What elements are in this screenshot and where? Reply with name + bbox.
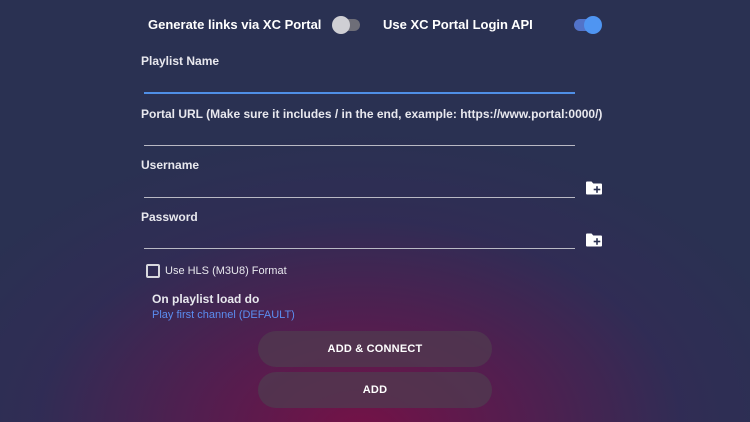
playlist-name-input[interactable] [144,70,574,90]
folder-plus-icon-graphic [586,181,602,195]
add-connect-button[interactable]: ADD & CONNECT [258,331,492,367]
playlist-name-underline [144,92,575,94]
login-api-switch[interactable] [574,16,602,34]
username-input[interactable] [144,175,574,195]
portal-url-label: Portal URL (Make sure it includes / in t… [141,107,603,121]
hls-checkbox[interactable] [146,264,160,278]
login-api-label: Use XC Portal Login API [383,17,533,32]
generate-links-switch[interactable] [332,16,360,34]
folder-plus-icon[interactable] [585,181,603,195]
password-underline [144,248,575,249]
folder-plus-icon[interactable] [585,233,603,247]
password-label: Password [141,210,198,224]
password-input[interactable] [144,227,574,247]
switch-thumb [584,16,602,34]
username-underline [144,197,575,198]
folder-plus-icon-graphic [586,233,602,247]
generate-links-label: Generate links via XC Portal [148,17,322,32]
portal-url-input[interactable] [144,123,574,143]
playlist-load-option[interactable]: Play first channel (DEFAULT) [152,309,295,321]
username-label: Username [141,158,200,172]
add-button[interactable]: ADD [258,372,492,408]
portal-url-underline [144,145,575,146]
switch-thumb [332,16,350,34]
playlist-load-title: On playlist load do [152,292,260,306]
playlist-name-label: Playlist Name [141,54,220,68]
hls-checkbox-label: Use HLS (M3U8) Format [165,265,287,277]
